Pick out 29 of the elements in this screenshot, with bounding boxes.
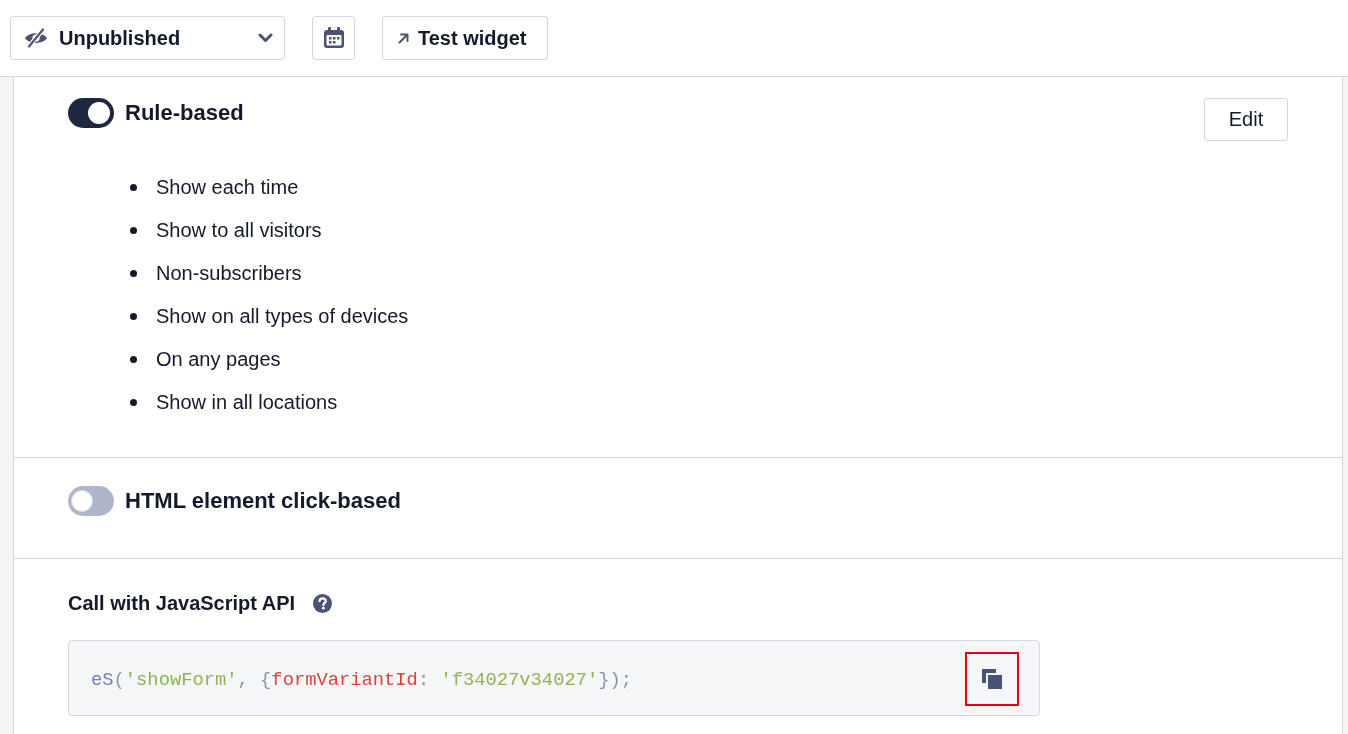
status-dropdown[interactable]: Unpublished [10,16,285,60]
section-title: Call with JavaScript API [68,591,296,615]
bullet-icon [130,356,137,363]
chevron-icon [258,33,273,43]
help-icon[interactable] [313,593,333,613]
rule-item: Show on all types of devices [156,305,409,328]
bullet-icon [130,227,137,234]
rule-item: Show in all locations [156,391,338,414]
copy-icon [982,669,1002,689]
bullet-icon [130,270,137,277]
toggle-switch[interactable] [68,98,114,128]
copy-button[interactable] [965,652,1019,706]
calendar-button[interactable] [312,16,355,60]
rule-item: Show to all visitors [156,219,322,242]
rule-item: Show each time [156,176,299,199]
bullet-icon [130,184,137,191]
rule-item: Non-subscribers [156,262,302,285]
rule-item: On any pages [156,348,281,371]
test-widget-button[interactable]: Test widget [382,16,548,60]
bullet-icon [130,399,137,406]
section-title: HTML element click-based [125,487,401,515]
section-title: Rule-based [125,99,244,127]
eye-slash-icon [24,28,48,48]
code-snippet: eS('showForm', {formVariantId: 'f34027v34027'}); [91,669,633,691]
toggle-switch[interactable] [68,486,114,516]
edit-button[interactable]: Edit [1204,98,1288,141]
bullet-icon [130,313,137,320]
calendar-icon [322,27,345,49]
arrow-icon [398,32,409,44]
